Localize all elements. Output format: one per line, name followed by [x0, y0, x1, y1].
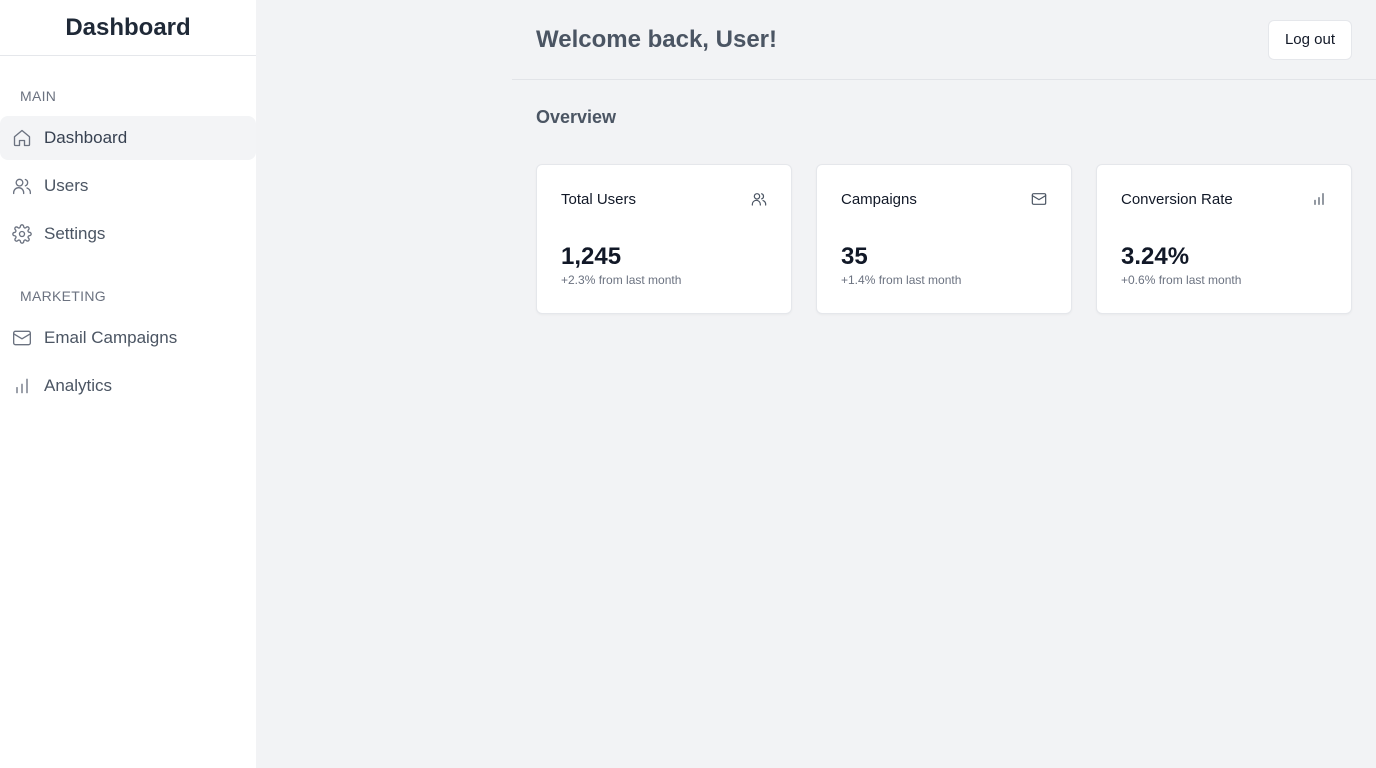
card-title: Conversion Rate	[1121, 191, 1233, 208]
stat-card-total-users: Total Users 1,245 +2.3% from last month	[536, 164, 792, 314]
sidebar-item-label: Analytics	[44, 376, 113, 395]
sidebar-item-analytics[interactable]: Analytics	[0, 364, 256, 408]
brand-title: Dashboard	[0, 0, 256, 56]
stat-card-campaigns: Campaigns 35 +1.4% from last month	[816, 164, 1072, 314]
section-title: Overview	[536, 107, 617, 127]
sidebar-item-label: Dashboard	[44, 128, 128, 147]
sidebar-item-users[interactable]: Users	[0, 164, 256, 208]
mail-icon	[1031, 191, 1047, 207]
logout-button[interactable]: Log out	[1267, 19, 1352, 60]
bar-chart-icon	[12, 376, 32, 396]
card-title: Total Users	[561, 191, 637, 208]
users-icon	[751, 191, 767, 207]
card-change: +1.4% from last month	[841, 273, 962, 287]
section-label-main: MAIN	[20, 88, 57, 104]
card-value: 3.24%	[1121, 243, 1190, 270]
gear-icon	[12, 224, 32, 244]
sidebar-item-dashboard[interactable]: Dashboard	[0, 116, 256, 160]
mail-icon	[12, 328, 32, 348]
page-title: Welcome back, User!	[536, 25, 777, 53]
sidebar-item-label: Email Campaigns	[44, 328, 178, 347]
sidebar-item-label: Settings	[44, 224, 106, 243]
home-icon	[12, 128, 32, 148]
top-header: Welcome back, User! Log out	[512, 0, 1376, 80]
sidebar-item-email-campaigns[interactable]: Email Campaigns	[0, 316, 256, 360]
stat-cards: Total Users 1,245 +2.3% from last month …	[536, 164, 1352, 314]
card-value: 1,245	[561, 243, 622, 270]
main-content: Welcome back, User! Log out Overview Tot…	[512, 0, 1376, 768]
card-change: +2.3% from last month	[561, 273, 682, 287]
card-value: 35	[841, 243, 868, 270]
sidebar-item-settings[interactable]: Settings	[0, 212, 256, 256]
card-change: +0.6% from last month	[1121, 273, 1242, 287]
stat-card-conversion-rate: Conversion Rate 3.24% +0.6% from last mo…	[1096, 164, 1352, 314]
sidebar: Dashboard MAIN Dashboard Users Settings …	[0, 0, 256, 768]
bar-chart-icon	[1311, 191, 1327, 207]
users-icon	[12, 176, 32, 196]
section-label-marketing: MARKETING	[20, 288, 106, 304]
sidebar-item-label: Users	[44, 176, 89, 195]
card-title: Campaigns	[841, 191, 917, 208]
